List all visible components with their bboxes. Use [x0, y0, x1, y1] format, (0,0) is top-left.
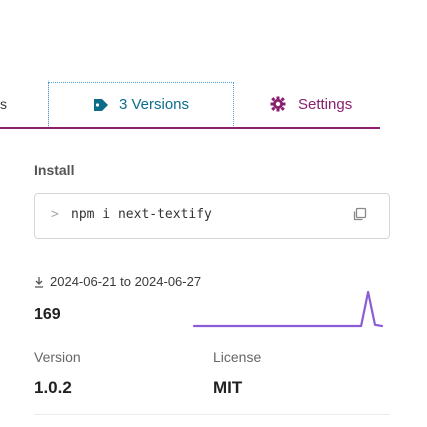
install-command-box[interactable]: > npm i next-textify	[34, 193, 390, 239]
tab-truncated-label[interactable]: s	[0, 96, 7, 112]
downloads-date-range: 2024-06-21 to 2024-06-27	[50, 274, 202, 289]
tab-versions-label: 3 Versions	[118, 96, 190, 113]
install-command[interactable]: npm i next-textify	[71, 207, 212, 222]
tab-settings[interactable]: Settings	[270, 82, 352, 126]
terminal-prompt-icon: >	[51, 207, 59, 222]
license-label: License	[213, 349, 262, 365]
meta-divider	[34, 414, 390, 415]
version-label: Version	[34, 349, 81, 365]
license-value: MIT	[213, 378, 243, 397]
tab-underline	[0, 127, 380, 129]
tab-bar: s 3 Versions Settings	[0, 80, 427, 130]
sparkline-line	[192, 290, 384, 328]
package-sidebar: s 3 Versions Settings Install > npm i ne…	[0, 0, 427, 427]
tab-settings-label: Settings	[298, 95, 353, 113]
downloads-range: 2024-06-21 to 2024-06-27	[34, 274, 201, 289]
copy-icon[interactable]	[353, 207, 367, 221]
tag-icon	[93, 98, 109, 112]
install-heading: Install	[34, 162, 75, 178]
weekly-downloads-count: 169	[34, 306, 61, 323]
gear-icon	[270, 96, 286, 112]
download-icon	[34, 276, 44, 288]
version-value: 1.0.2	[34, 378, 72, 397]
tab-versions[interactable]: 3 Versions	[48, 82, 234, 126]
downloads-sparkline	[192, 290, 384, 328]
